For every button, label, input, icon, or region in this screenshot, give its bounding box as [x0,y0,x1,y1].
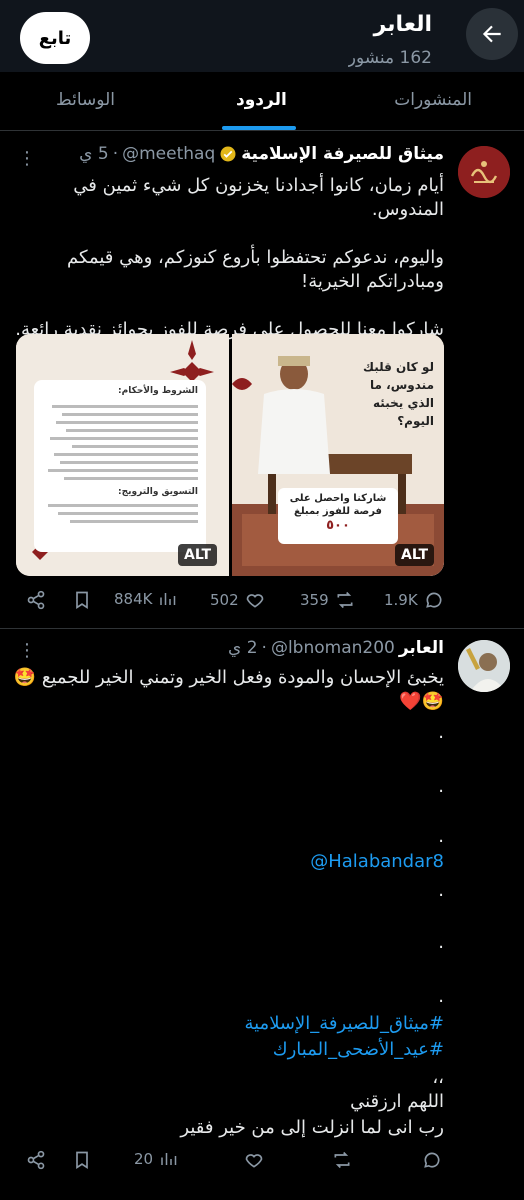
post-actions: 884K 502 359 1.9K [16,590,444,620]
post-time: 5 ي [79,144,109,164]
bookmark-icon [76,1151,88,1170]
bookmark-icon [76,591,88,610]
like-button[interactable] [244,1150,264,1170]
hashtag-link[interactable]: #عيد_الأضحى_المبارك [12,1038,444,1062]
profile-name: العابر [373,12,432,37]
profile-tabs: المنشورات الردود الوسائط [0,72,524,131]
terms-card: الشروط والأحكام: التسويق والترويج: [34,380,206,552]
author-handle[interactable]: @lbnoman200 [271,638,395,658]
repost-button[interactable] [332,1150,352,1170]
media-image-right[interactable]: لو كان قلبك مندوس، ما الذي يخبئه اليوم؟ … [232,334,444,576]
terms-section2: التسويق والترويج: [118,487,198,497]
views-icon [160,593,176,605]
ad-card-amount: ٥٠٠ [326,518,350,533]
share-button[interactable] [26,590,46,610]
avatar[interactable] [458,640,510,692]
reply-button[interactable] [422,1150,442,1170]
prayer-line-2: رب انى لما انزلت إلى من خير فقير [180,1117,444,1138]
post-meta: العابر @lbnoman200 · 2 ي [228,638,444,658]
profile-photo-icon [458,640,510,692]
avatar[interactable] [458,146,510,198]
quote-mark: ،، [432,1067,444,1088]
like-button[interactable]: 502 [210,590,265,610]
bookmark-button[interactable] [72,1150,92,1170]
post-meta: ميثاق للصيرفة الإسلامية @meethaq · 5 ي [79,144,444,164]
mention-link[interactable]: @Halabandar8 [12,850,444,874]
views-count: 20 [134,1150,154,1168]
separator-dot: · [261,638,267,658]
quoted-post[interactable]: ميثاق للصيرفة الإسلامية @meethaq · 5 ي ⋮… [0,144,524,624]
dot-line: . [438,826,444,847]
repost-count: 359 [300,591,329,609]
post-time: 2 ي [228,638,258,658]
dot-line: . [438,776,444,797]
hashtag-link[interactable]: #ميثاق_للصيرفة_الإسلامية [12,1012,444,1036]
dot-line: . [438,880,444,901]
alt-badge[interactable]: ALT [178,544,217,566]
more-options-icon[interactable]: ⋮ [18,640,37,661]
heart-icon [245,1154,263,1168]
views-icon [161,1153,177,1165]
media-image-left[interactable]: الشروط والأحكام: التسويق والترويج: ALT [16,334,229,576]
tab-posts[interactable]: المنشورات [394,90,472,110]
author-handle[interactable]: @meethaq [122,144,215,164]
bookmark-button[interactable] [72,590,92,610]
terms-title: الشروط والأحكام: [118,386,198,396]
back-arrow-icon [482,25,501,43]
follow-button[interactable]: تابع [20,12,90,64]
share-icon [27,1150,45,1170]
prayer-line-1: اللهم ارزقني [350,1091,444,1112]
active-tab-indicator [222,126,296,130]
repost-icon [337,591,353,609]
post-count: 162 منشور [347,48,432,68]
back-button[interactable] [466,8,518,60]
reply-icon [424,1152,440,1168]
ad-card: شاركنا واحصل على فرصة للفوز بمبلغ ٥٠٠ [278,488,398,544]
reply-post[interactable]: العابر @lbnoman200 · 2 ي ⋮ يخبئ الإحسان … [0,636,524,1186]
views-button[interactable]: 20 [134,1150,177,1168]
repost-icon [334,1151,350,1169]
terms-lines [34,405,206,480]
reply-icon [425,592,442,608]
like-count: 502 [210,591,239,609]
dot-line: . [438,722,444,743]
tab-replies[interactable]: الردود [236,90,287,110]
views-count: 884K [114,590,153,608]
share-icon [27,590,45,610]
profile-header: العابر 162 منشور تابع [0,0,524,72]
share-button[interactable] [26,1150,46,1170]
ad-card-text: شاركنا واحصل على فرصة للفوز بمبلغ [289,493,387,517]
post-text: أيام زمان، كانوا أجدادنا يخزنون كل شيء ث… [15,175,444,340]
verified-badge-icon [220,146,236,162]
reply-line-1: يخبئ الإحسان والمودة وفعل الخير وتمني ال… [13,667,444,688]
post-actions: 20 [16,1150,444,1180]
author-name[interactable]: العابر [399,638,444,658]
alt-badge[interactable]: ALT [395,544,434,566]
post-media[interactable]: لو كان قلبك مندوس، ما الذي يخبئه اليوم؟ … [16,334,444,576]
heart-icon [246,594,263,608]
ad-headline: لو كان قلبك مندوس، ما الذي يخبئه اليوم؟ [363,360,434,428]
dot-line: . [438,986,444,1007]
more-options-icon[interactable]: ⋮ [18,148,37,169]
repost-button[interactable]: 359 [300,590,355,610]
meethaq-logo-icon [458,146,510,198]
reply-button[interactable]: 1.9K [384,590,444,610]
reply-line-2: 🤩❤️ [399,691,444,712]
views-button[interactable]: 884K [114,590,176,608]
reply-count: 1.9K [384,591,418,609]
author-name[interactable]: ميثاق للصيرفة الإسلامية [241,144,444,164]
separator-dot: · [112,144,119,164]
tab-media[interactable]: الوسائط [56,90,115,110]
post-divider [0,628,524,629]
dot-line: . [438,932,444,953]
